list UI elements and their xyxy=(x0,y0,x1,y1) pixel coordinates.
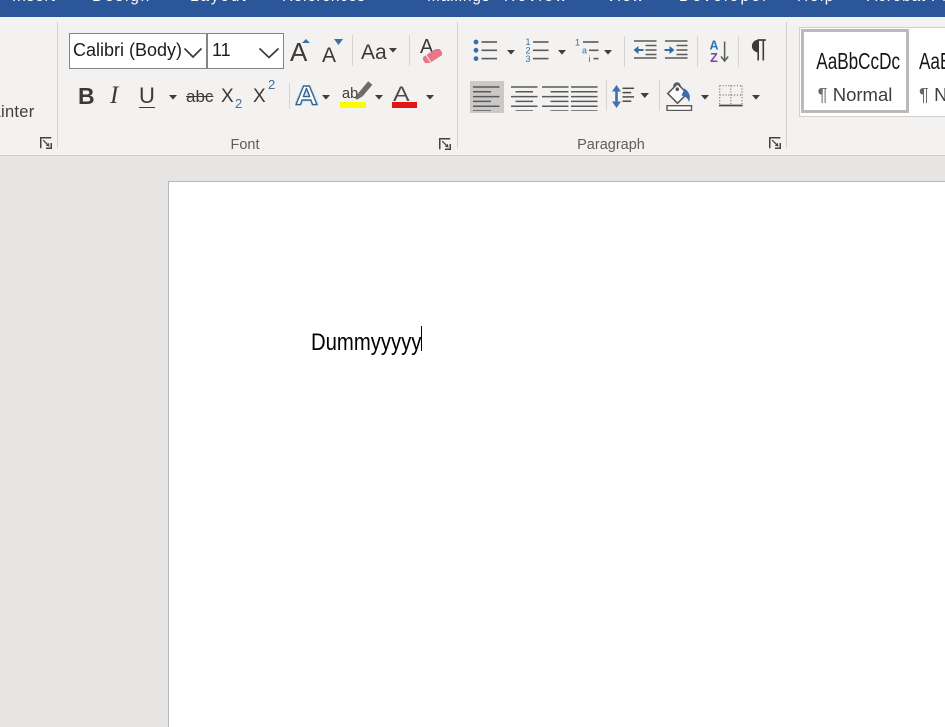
svg-text:3: 3 xyxy=(525,54,530,64)
svg-text:Z: Z xyxy=(710,51,718,63)
svg-text:a: a xyxy=(582,46,587,56)
svg-text:1: 1 xyxy=(575,38,580,48)
svg-text:i: i xyxy=(589,54,591,64)
